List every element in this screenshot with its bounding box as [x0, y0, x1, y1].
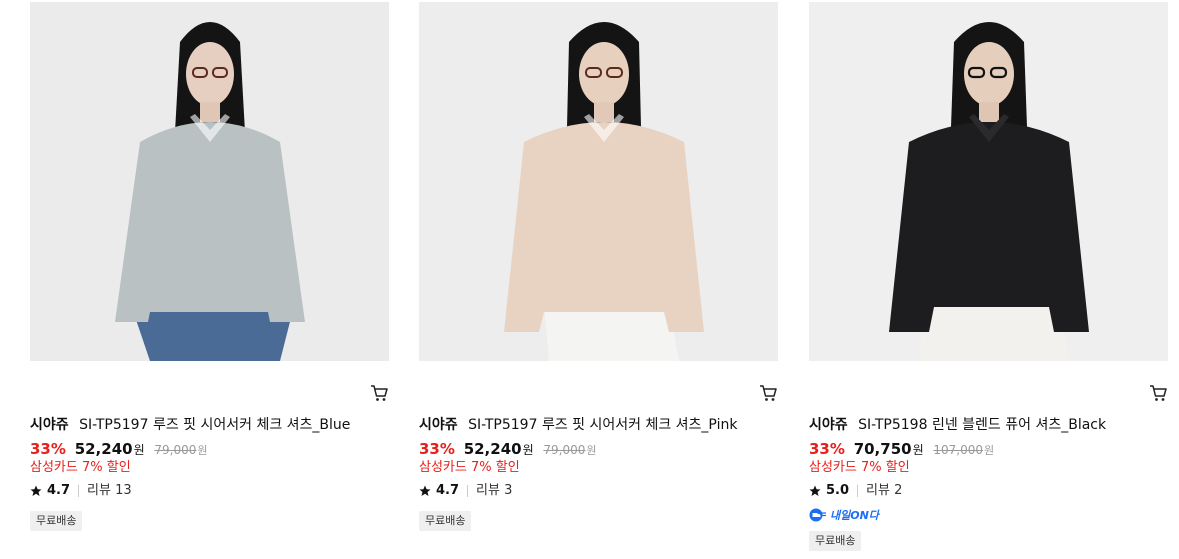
- product-image[interactable]: [419, 2, 778, 361]
- rating-score: 5.0: [826, 483, 850, 498]
- brand-name[interactable]: 시야쥬: [809, 417, 848, 433]
- star-icon: [30, 485, 42, 496]
- original-currency-label: 원: [586, 444, 597, 457]
- currency-label: 원: [133, 443, 145, 457]
- card-discount-promo: 삼성카드 7% 할인: [419, 460, 520, 475]
- review-label: 리뷰: [476, 483, 500, 498]
- sale-price: 52,240: [74, 440, 133, 458]
- free-shipping-badge: 무료배송: [30, 511, 83, 531]
- rating-score: 4.7: [47, 483, 71, 498]
- truck-icon: [809, 508, 826, 522]
- divider: [857, 485, 859, 497]
- divider: [78, 485, 80, 497]
- review-count: 13: [115, 483, 132, 498]
- product-name[interactable]: SI-TP5198 린넨 블렌드 퓨어 셔츠_Black: [858, 417, 1106, 433]
- star-icon: [419, 485, 431, 496]
- cart-icon[interactable]: [758, 383, 778, 403]
- review-count: 2: [894, 483, 903, 498]
- product-name[interactable]: SI-TP5197 루즈 핏 시어서커 체크 셔츠_Blue: [79, 417, 350, 433]
- review-label: 리뷰: [866, 483, 890, 498]
- price-row: 33% 70,750원 107,000원: [809, 439, 994, 461]
- divider: [467, 485, 469, 497]
- rating-row: 4.7 리뷰 3: [419, 481, 512, 501]
- cart-icon[interactable]: [1148, 383, 1168, 403]
- original-price: 79,000: [154, 443, 197, 457]
- next-day-delivery-tag: 내일ON다: [809, 507, 879, 523]
- free-shipping-badge: 무료배송: [809, 531, 862, 551]
- original-currency-label: 원: [984, 444, 995, 457]
- original-price: 79,000: [543, 443, 586, 457]
- product-image[interactable]: [809, 2, 1168, 361]
- brand-name[interactable]: 시야쥬: [30, 417, 69, 433]
- discount-rate: 33%: [30, 440, 66, 458]
- free-shipping-badge: 무료배송: [419, 511, 472, 531]
- product-name[interactable]: SI-TP5197 루즈 핏 시어서커 체크 셔츠_Pink: [468, 417, 737, 433]
- brand-name[interactable]: 시야쥬: [419, 417, 458, 433]
- original-price: 107,000: [933, 443, 984, 457]
- price-row: 33% 52,240원 79,000원: [419, 439, 597, 461]
- rating-row: 5.0 리뷰 2: [809, 481, 902, 501]
- product-title[interactable]: 시야쥬 SI-TP5198 린넨 블렌드 퓨어 셔츠_Black: [809, 415, 1168, 435]
- price-row: 33% 52,240원 79,000원: [30, 439, 208, 461]
- currency-label: 원: [912, 443, 924, 457]
- sale-price: 70,750: [853, 440, 912, 458]
- card-discount-promo: 삼성카드 7% 할인: [30, 460, 131, 475]
- card-discount-promo: 삼성카드 7% 할인: [809, 460, 910, 475]
- star-icon: [809, 485, 821, 496]
- rating-score: 4.7: [436, 483, 460, 498]
- review-label: 리뷰: [87, 483, 111, 498]
- delivery-tag-label: 내일ON다: [830, 509, 879, 522]
- product-title[interactable]: 시야쥬 SI-TP5197 루즈 핏 시어서커 체크 셔츠_Blue: [30, 415, 389, 435]
- currency-label: 원: [522, 443, 534, 457]
- discount-rate: 33%: [809, 440, 845, 458]
- product-title[interactable]: 시야쥬 SI-TP5197 루즈 핏 시어서커 체크 셔츠_Pink: [419, 415, 778, 435]
- product-grid: 시야쥬 SI-TP5197 루즈 핏 시어서커 체크 셔츠_Blue 33% 5…: [0, 0, 1179, 559]
- model-illustration: [30, 2, 389, 361]
- original-currency-label: 원: [197, 444, 208, 457]
- review-count: 3: [504, 483, 513, 498]
- model-illustration: [419, 2, 778, 361]
- sale-price: 52,240: [463, 440, 522, 458]
- product-image[interactable]: [30, 2, 389, 361]
- cart-icon[interactable]: [369, 383, 389, 403]
- discount-rate: 33%: [419, 440, 455, 458]
- rating-row: 4.7 리뷰 13: [30, 481, 132, 501]
- model-illustration: [809, 2, 1168, 361]
